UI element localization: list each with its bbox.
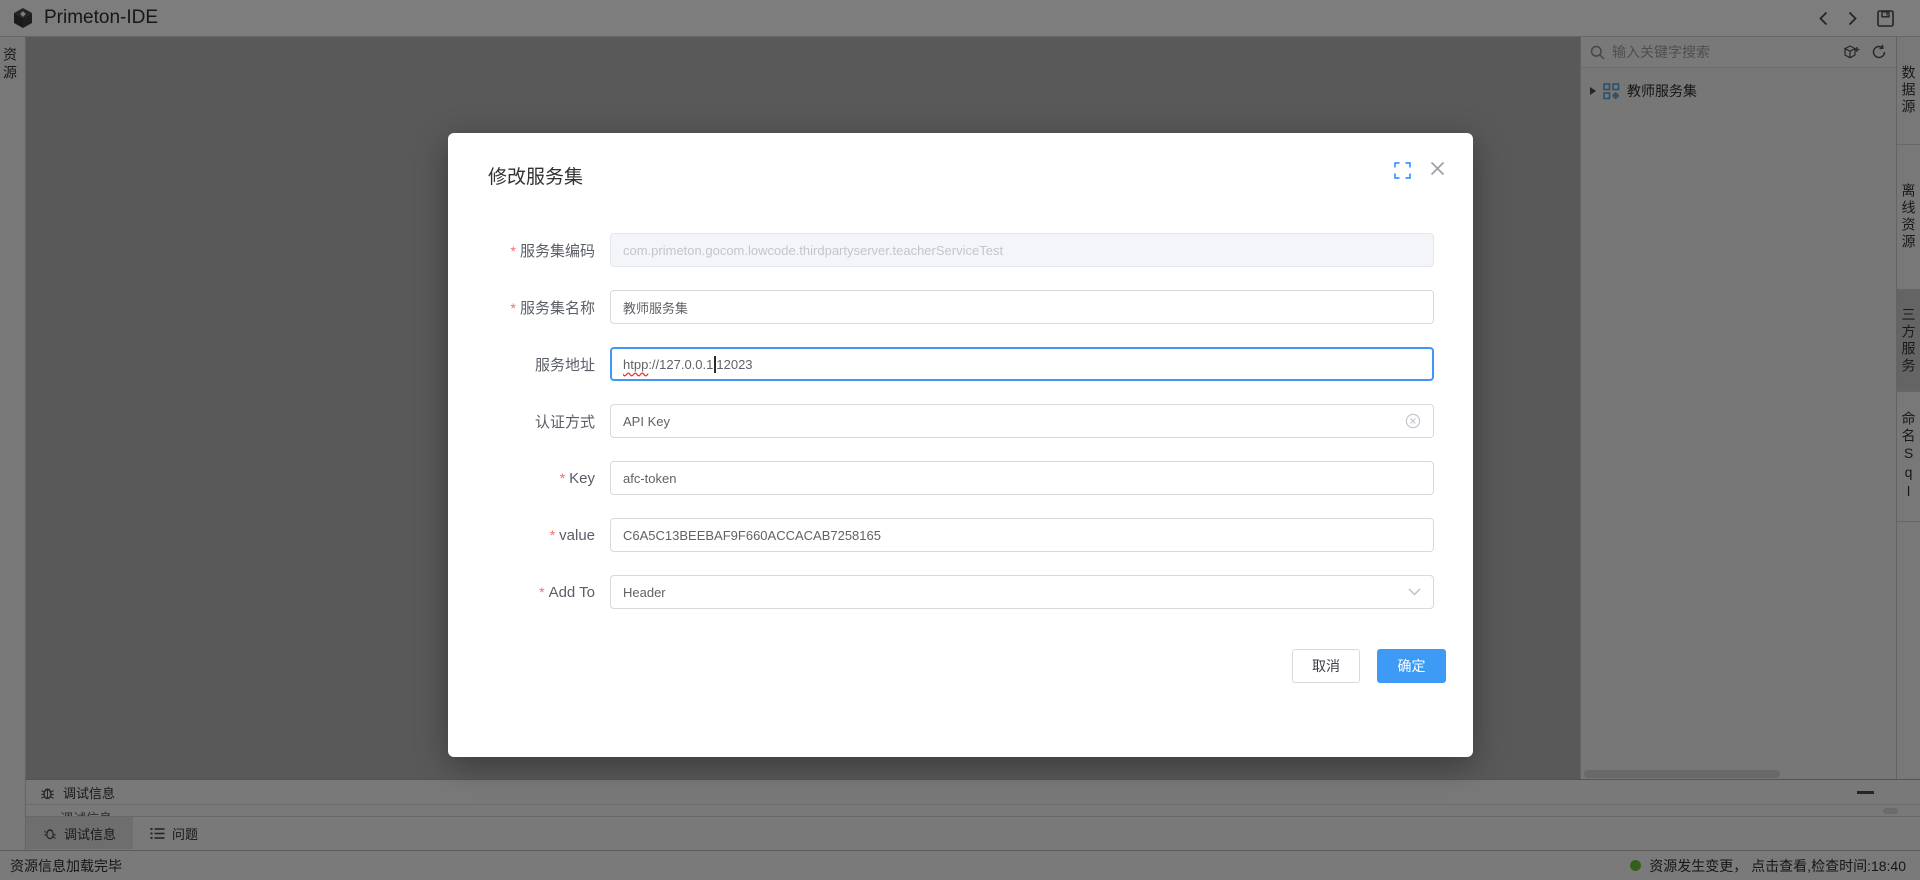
service-set-code-input: com.primeton.gocom.lowcode.thirdpartyser… [610,233,1434,267]
cancel-button[interactable]: 取消 [1292,649,1360,683]
key-input[interactable]: afc-token [610,461,1434,495]
required-asterisk [560,470,569,487]
field-label-service-set-name: 服务集名称 [448,297,595,318]
required-asterisk [511,243,520,260]
fullscreen-icon[interactable] [1394,162,1411,179]
ok-button[interactable]: 确定 [1377,649,1446,683]
service-address-input[interactable]: htpp://127.0.0.112023 [610,347,1434,381]
field-label-key: Key [448,470,595,487]
field-label-service-address: 服务地址 [448,354,595,375]
edit-service-set-dialog: 修改服务集 服务集编码 com.primeton.gocom.lowcode.t… [448,133,1473,757]
required-asterisk [539,584,548,601]
close-icon[interactable] [1430,161,1445,176]
field-label-value: value [448,527,595,544]
misspelled-text: htpp [623,357,648,372]
auth-method-select[interactable]: API Key [610,404,1434,438]
field-label-add-to: Add To [448,584,595,601]
dialog-title: 修改服务集 [488,162,583,189]
required-asterisk [511,300,520,317]
service-set-name-input[interactable]: 教师服务集 [610,290,1434,324]
chevron-down-icon [1408,588,1421,596]
value-input[interactable]: C6A5C13BEEBAF9F660ACCACAB7258165 [610,518,1434,552]
required-asterisk [550,527,559,544]
field-label-auth-method: 认证方式 [448,411,595,432]
add-to-select[interactable]: Header [610,575,1434,609]
field-label-service-set-code: 服务集编码 [448,240,595,261]
clear-icon[interactable] [1405,413,1421,429]
